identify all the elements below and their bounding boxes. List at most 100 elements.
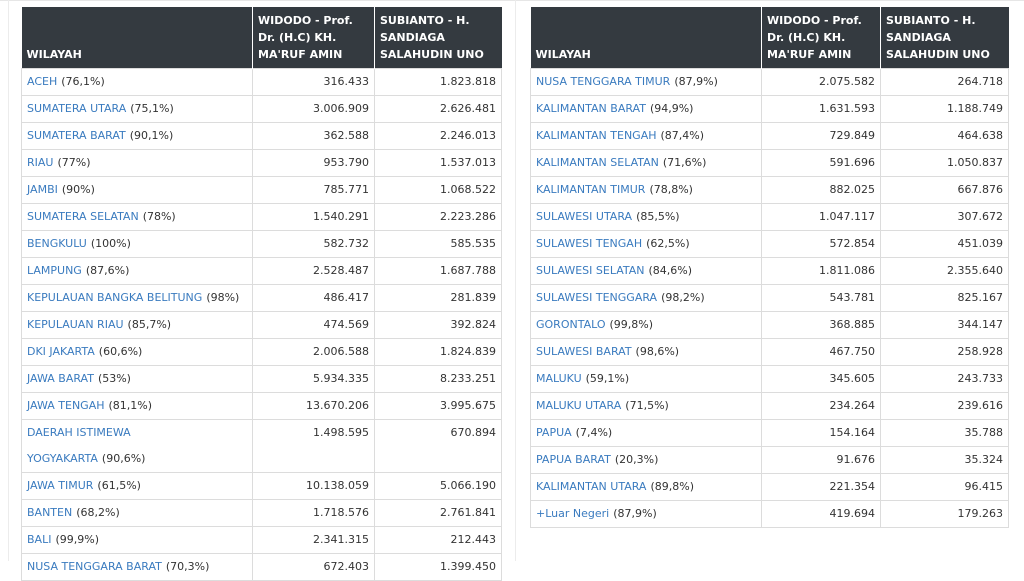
header-candidate-1[interactable]: WIDODO - Prof. Dr. (H.C) KH. MA'RUF AMIN	[252, 7, 375, 69]
votes-candidate-1: 221.354	[761, 473, 881, 501]
region-link[interactable]: BANTEN	[27, 506, 72, 519]
votes-candidate-2: 258.928	[880, 338, 1009, 366]
region-cell: MALUKU UTARA (71,5%)	[530, 392, 762, 420]
region-link[interactable]: KALIMANTAN BARAT	[536, 102, 646, 115]
table-row: KEPULAUAN RIAU (85,7%) 474.569 392.824	[21, 311, 502, 339]
votes-candidate-2: 585.535	[374, 230, 502, 258]
table-row: BENGKULU (100%) 582.732 585.535	[21, 230, 502, 258]
region-percentage: (68,2%)	[76, 506, 120, 519]
region-percentage: (84,6%)	[648, 264, 693, 277]
table-row: SUMATERA BARAT (90,1%) 362.588 2.246.013	[21, 122, 502, 150]
region-percentage: (59,1%)	[585, 372, 630, 385]
header-wilayah[interactable]: WILAYAH	[21, 7, 253, 69]
table-row: SULAWESI TENGGARA (98,2%) 543.781 825.167	[530, 284, 1009, 312]
votes-candidate-2: 2.761.841	[374, 499, 502, 527]
region-cell: DAERAH ISTIMEWA YOGYAKARTA (90,6%)	[21, 419, 253, 473]
region-cell: JAMBI (90%)	[21, 176, 253, 204]
table-row: SULAWESI UTARA (85,5%) 1.047.117 307.672	[530, 203, 1009, 231]
votes-candidate-2: 1.050.837	[880, 149, 1009, 177]
votes-candidate-1: 1.631.593	[761, 95, 881, 123]
region-link[interactable]: BALI	[27, 533, 51, 546]
region-link[interactable]: MALUKU UTARA	[536, 399, 621, 412]
region-percentage: (78%)	[142, 210, 176, 223]
region-link[interactable]: BENGKULU	[27, 237, 87, 250]
header-candidate-2[interactable]: SUBIANTO - H. SANDIAGA SALAHUDIN UNO	[880, 7, 1009, 69]
region-percentage: (53%)	[97, 372, 131, 385]
region-link[interactable]: KALIMANTAN TENGAH	[536, 129, 657, 142]
table-row: GORONTALO (99,8%) 368.885 344.147	[530, 311, 1009, 339]
table-header-row: WILAYAH WIDODO - Prof. Dr. (H.C) KH. MA'…	[21, 7, 502, 69]
region-cell: KALIMANTAN TENGAH (87,4%)	[530, 122, 762, 150]
region-percentage: (89,8%)	[650, 480, 694, 493]
region-cell: SUMATERA BARAT (90,1%)	[21, 122, 253, 150]
region-link[interactable]: JAWA TIMUR	[27, 479, 93, 492]
region-link[interactable]: SULAWESI SELATAN	[536, 264, 645, 277]
region-link[interactable]: JAMBI	[27, 183, 58, 196]
region-link[interactable]: SULAWESI TENGAH	[536, 237, 642, 250]
region-cell: KEPULAUAN BANGKA BELITUNG (98%)	[21, 284, 253, 312]
votes-candidate-2: 2.355.640	[880, 257, 1009, 285]
region-link[interactable]: JAWA TENGAH	[27, 399, 105, 412]
region-percentage: (77%)	[57, 156, 91, 169]
table-row: BANTEN (68,2%) 1.718.576 2.761.841	[21, 499, 502, 527]
table-row: PAPUA BARAT (20,3%) 91.676 35.324	[530, 446, 1009, 474]
votes-candidate-2: 1.188.749	[880, 95, 1009, 123]
votes-candidate-2: 1.687.788	[374, 257, 502, 285]
region-link[interactable]: NUSA TENGGARA TIMUR	[536, 75, 670, 88]
results-body-left: ACEH (76,1%) 316.433 1.823.818 SUMATERA UTAR…	[21, 68, 502, 581]
region-percentage: (76,1%)	[61, 75, 105, 88]
region-percentage: (87,9%)	[613, 507, 657, 520]
region-link[interactable]: KALIMANTAN UTARA	[536, 480, 646, 493]
region-link[interactable]: SUMATERA UTARA	[27, 102, 126, 115]
table-row: ACEH (76,1%) 316.433 1.823.818	[21, 68, 502, 96]
region-percentage: (87,6%)	[85, 264, 130, 277]
table-row: +Luar Negeri (87,9%) 419.694 179.263	[530, 500, 1009, 528]
region-link[interactable]: KEPULAUAN RIAU	[27, 318, 124, 331]
region-link[interactable]: MALUKU	[536, 372, 582, 385]
region-cell: SULAWESI SELATAN (84,6%)	[530, 257, 762, 285]
header-wilayah[interactable]: WILAYAH	[530, 7, 762, 69]
votes-candidate-1: 474.569	[252, 311, 375, 339]
region-link[interactable]: SULAWESI BARAT	[536, 345, 632, 358]
header-candidate-2[interactable]: SUBIANTO - H. SANDIAGA SALAHUDIN UNO	[374, 7, 502, 69]
results-table-left: WILAYAH WIDODO - Prof. Dr. (H.C) KH. MA'…	[21, 7, 502, 581]
votes-candidate-1: 467.750	[761, 338, 881, 366]
votes-candidate-2: 1.824.839	[374, 338, 502, 366]
region-link[interactable]: DKI JAKARTA	[27, 345, 95, 358]
region-link[interactable]: JAWA BARAT	[27, 372, 94, 385]
votes-candidate-1: 419.694	[761, 500, 881, 528]
header-candidate-1[interactable]: WIDODO - Prof. Dr. (H.C) KH. MA'RUF AMIN	[761, 7, 881, 69]
region-link[interactable]: ACEH	[27, 75, 57, 88]
region-cell: KALIMANTAN BARAT (94,9%)	[530, 95, 762, 123]
votes-candidate-2: 179.263	[880, 500, 1009, 528]
votes-candidate-2: 212.443	[374, 526, 502, 554]
votes-candidate-1: 1.047.117	[761, 203, 881, 231]
region-cell: PAPUA (7,4%)	[530, 419, 762, 447]
table-row: LAMPUNG (87,6%) 2.528.487 1.687.788	[21, 257, 502, 285]
region-link[interactable]: KALIMANTAN TIMUR	[536, 183, 645, 196]
region-cell: RIAU (77%)	[21, 149, 253, 177]
votes-candidate-2: 35.324	[880, 446, 1009, 474]
votes-candidate-1: 2.006.588	[252, 338, 375, 366]
region-link[interactable]: RIAU	[27, 156, 53, 169]
region-link[interactable]: KEPULAUAN BANGKA BELITUNG	[27, 291, 202, 304]
region-link[interactable]: PAPUA BARAT	[536, 453, 611, 466]
region-link[interactable]: SULAWESI TENGGARA	[536, 291, 657, 304]
region-link[interactable]: SULAWESI UTARA	[536, 210, 632, 223]
region-link[interactable]: SUMATERA BARAT	[27, 129, 126, 142]
results-body-right: NUSA TENGGARA TIMUR (87,9%) 2.075.582 264.7…	[530, 68, 1009, 528]
region-link[interactable]: KALIMANTAN SELATAN	[536, 156, 659, 169]
region-link[interactable]: LAMPUNG	[27, 264, 82, 277]
region-link[interactable]: NUSA TENGGARA BARAT	[27, 560, 162, 573]
region-link[interactable]: GORONTALO	[536, 318, 606, 331]
region-link[interactable]: SUMATERA SELATAN	[27, 210, 139, 223]
votes-candidate-1: 154.164	[761, 419, 881, 447]
table-row: DKI JAKARTA (60,6%) 2.006.588 1.824.839	[21, 338, 502, 366]
votes-candidate-1: 486.417	[252, 284, 375, 312]
region-percentage: (70,3%)	[165, 560, 210, 573]
votes-candidate-2: 8.233.251	[374, 365, 502, 393]
region-cell: KEPULAUAN RIAU (85,7%)	[21, 311, 253, 339]
region-link[interactable]: +Luar Negeri	[536, 507, 609, 520]
region-link[interactable]: PAPUA	[536, 426, 572, 439]
region-cell: SULAWESI TENGAH (62,5%)	[530, 230, 762, 258]
